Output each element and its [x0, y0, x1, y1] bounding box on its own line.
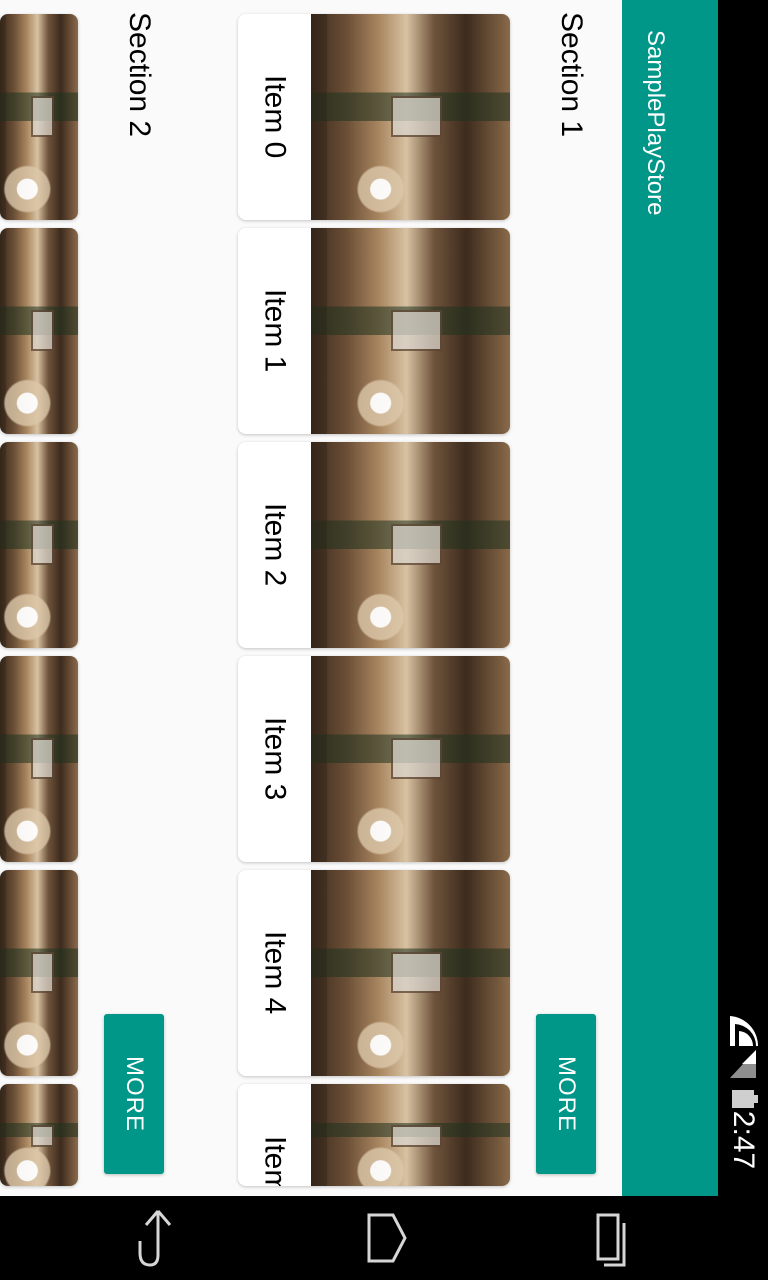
section-2-item-5-card[interactable] — [0, 1084, 78, 1186]
section-1-item-0-card[interactable]: Item 0 — [238, 14, 510, 220]
section-2-item-4-card[interactable] — [0, 870, 78, 1076]
recents-button[interactable] — [550, 1196, 670, 1280]
navigation-bar — [0, 1196, 768, 1280]
section-2-item-3-card[interactable] — [0, 656, 78, 862]
item-image — [0, 14, 78, 220]
item-label: Item 1 — [258, 289, 292, 373]
home-button[interactable] — [325, 1196, 445, 1280]
item-label: Item 2 — [258, 503, 292, 587]
item-image — [311, 656, 510, 862]
item-image — [0, 870, 78, 1076]
signal-icon — [730, 1050, 756, 1078]
status-time: 2:47 — [727, 1110, 761, 1170]
section-1-more-button[interactable]: MORE — [536, 1014, 596, 1174]
section-2-item-1-card[interactable] — [0, 228, 78, 434]
item-image — [311, 1084, 510, 1186]
item-image — [0, 656, 78, 862]
content-area[interactable]: Section 1 MORE Item 0 Item 1 Item 2 Item… — [0, 0, 622, 1196]
section-2-item-2-card[interactable] — [0, 442, 78, 648]
screen: Section 1 MORE Item 0 Item 1 Item 2 Item… — [0, 0, 768, 1280]
section-1-title: Section 1 — [555, 12, 588, 138]
item-image — [311, 442, 510, 648]
item-label: Item 3 — [258, 717, 292, 801]
battery-icon — [732, 1090, 758, 1108]
item-image — [311, 870, 510, 1076]
section-2-more-button[interactable]: MORE — [104, 1014, 164, 1174]
app-title: SamplePlayStore — [642, 30, 669, 216]
item-image — [311, 228, 510, 434]
item-image — [0, 228, 78, 434]
item-label: Item 5 — [258, 1136, 292, 1186]
section-1-item-2-card[interactable]: Item 2 — [238, 442, 510, 648]
item-image — [0, 442, 78, 648]
item-image — [0, 1084, 78, 1186]
section-2-title: Section 2 — [123, 12, 156, 138]
status-bar: 2:47 — [718, 0, 768, 1196]
section-2-item-0-card[interactable] — [0, 14, 78, 220]
section-1-item-1-card[interactable]: Item 1 — [238, 228, 510, 434]
back-icon — [138, 1210, 172, 1267]
section-1-item-4-card[interactable]: Item 4 — [238, 870, 510, 1076]
home-icon — [367, 1213, 407, 1263]
item-label: Item 4 — [258, 931, 292, 1015]
wifi-icon — [730, 1016, 759, 1046]
recents-icon — [596, 1213, 626, 1267]
item-label: Item 0 — [258, 75, 292, 159]
section-1-item-5-card[interactable]: Item 5 — [238, 1084, 510, 1186]
back-button[interactable] — [98, 1196, 218, 1280]
item-image — [311, 14, 510, 220]
section-1-item-3-card[interactable]: Item 3 — [238, 656, 510, 862]
